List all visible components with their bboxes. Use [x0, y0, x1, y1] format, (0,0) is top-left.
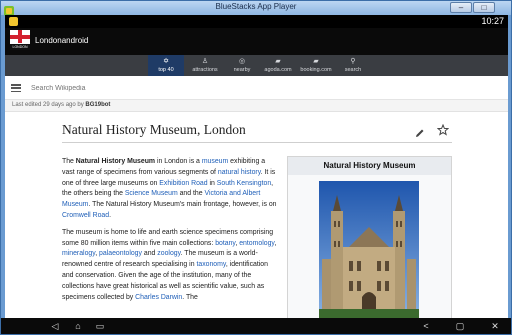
- infobox: Natural History Museum: [287, 156, 452, 318]
- tab-label: agoda.com: [264, 67, 292, 73]
- bluestacks-bottom-bar: ◁ ⌂ ▭ < ▢ ✕: [1, 318, 511, 334]
- article-link[interactable]: Exhibition Road: [159, 180, 207, 187]
- tab-booking[interactable]: ▰ booking.com: [298, 55, 334, 76]
- article-link[interactable]: Charles Darwin: [135, 294, 182, 301]
- body-text: . The: [182, 293, 198, 301]
- app-name: Londonandroid: [35, 36, 89, 45]
- back-icon[interactable]: ◁: [48, 320, 62, 332]
- app-header: LONDON Londonandroid: [5, 28, 508, 55]
- article: Natural History Museum, London The Natur…: [62, 119, 452, 318]
- tab-label: top 40: [158, 67, 174, 73]
- article-link[interactable]: mineralogy: [62, 250, 95, 257]
- tab-search[interactable]: ⚲ search: [335, 55, 371, 76]
- body-text: . The Natural History Museum's main fron…: [88, 201, 277, 209]
- article-link[interactable]: entomology: [239, 240, 274, 247]
- recents-icon[interactable]: ▭: [93, 320, 107, 332]
- tabs: ✡ top 40 ♙ attractions ◎ nearby ▰ agoda.…: [148, 55, 508, 76]
- article-link[interactable]: museum: [202, 158, 228, 165]
- minimize-button[interactable]: –: [450, 2, 472, 13]
- tab-label: nearby: [233, 67, 251, 73]
- article-link[interactable]: natural history: [218, 169, 261, 176]
- tab-label: booking.com: [300, 67, 332, 73]
- window-title: BlueStacks App Player: [215, 2, 297, 11]
- last-edited-text: Last edited 29 days ago by: [12, 102, 86, 108]
- wikipedia-search-bar: [5, 76, 508, 100]
- body-text: ,: [274, 239, 277, 247]
- title-divider: [62, 142, 452, 143]
- star-icon: ✡: [163, 58, 169, 65]
- maximize-button[interactable]: □: [473, 2, 495, 13]
- tab-label: attractions: [192, 67, 218, 73]
- london-flag-logo[interactable]: LONDON: [10, 30, 30, 50]
- tab-nearby[interactable]: ◎ nearby: [224, 55, 260, 76]
- person-icon: ♙: [201, 58, 209, 65]
- status-bar: 10:27: [5, 15, 508, 28]
- paragraph-1: The Natural History Museum in London is …: [62, 157, 277, 222]
- bed-icon: ▰: [313, 58, 319, 65]
- page-title: Natural History Museum, London: [62, 122, 246, 137]
- last-edited-user[interactable]: BG19bot: [85, 102, 110, 108]
- hamburger-menu-icon[interactable]: [11, 84, 21, 93]
- fullscreen-icon[interactable]: ▢: [453, 320, 467, 332]
- android-screen: 10:27 LONDON Londonandroid ✡ top 40 ♙ at…: [5, 15, 508, 318]
- flag-label: LONDON: [10, 44, 30, 50]
- notification-icon: [9, 17, 18, 26]
- last-edited-bar[interactable]: Last edited 29 days ago by BG19bot: [5, 100, 508, 112]
- article-link[interactable]: Cromwell Road: [62, 212, 109, 219]
- tab-agoda[interactable]: ▰ agoda.com: [260, 55, 296, 76]
- bold-text: Natural History Museum: [75, 158, 156, 165]
- pencil-edit-icon[interactable]: [415, 125, 425, 137]
- star-bookmark-icon[interactable]: [436, 123, 450, 136]
- article-link[interactable]: botany: [215, 240, 235, 247]
- article-body: The Natural History Museum in London is …: [62, 157, 277, 309]
- search-input[interactable]: [31, 81, 331, 95]
- body-text: and: [141, 250, 158, 258]
- infobox-title: Natural History Museum: [288, 157, 451, 175]
- article-link[interactable]: palaeontology: [99, 250, 142, 257]
- share-icon[interactable]: <: [419, 320, 433, 332]
- article-link[interactable]: Science Museum: [125, 190, 178, 197]
- article-link[interactable]: zoology: [157, 250, 180, 257]
- paragraph-2: The museum is home to life and earth sci…: [62, 228, 277, 304]
- window-titlebar: BlueStacks App Player – □: [1, 1, 511, 16]
- search-icon: ⚲: [350, 58, 356, 65]
- body-text: in London is a: [155, 158, 202, 165]
- article-link[interactable]: South Kensington: [217, 180, 271, 187]
- status-time: 10:27: [481, 16, 504, 26]
- tab-top-40[interactable]: ✡ top 40: [148, 55, 184, 76]
- body-text: and the: [177, 190, 205, 198]
- bed-icon: ▰: [275, 58, 281, 65]
- home-icon[interactable]: ⌂: [71, 320, 85, 332]
- museum-photo[interactable]: [319, 181, 419, 318]
- body-text: The: [62, 158, 76, 165]
- tab-label: search: [344, 67, 362, 73]
- close-icon[interactable]: ✕: [488, 320, 502, 332]
- bluestacks-window: BlueStacks App Player – □ 10:27 LONDON L…: [0, 0, 512, 335]
- body-text: .: [109, 211, 112, 219]
- tab-attractions[interactable]: ♙ attractions: [187, 55, 223, 76]
- location-icon: ◎: [238, 58, 246, 65]
- article-link[interactable]: taxonomy: [196, 261, 225, 268]
- body-text: in: [207, 179, 217, 187]
